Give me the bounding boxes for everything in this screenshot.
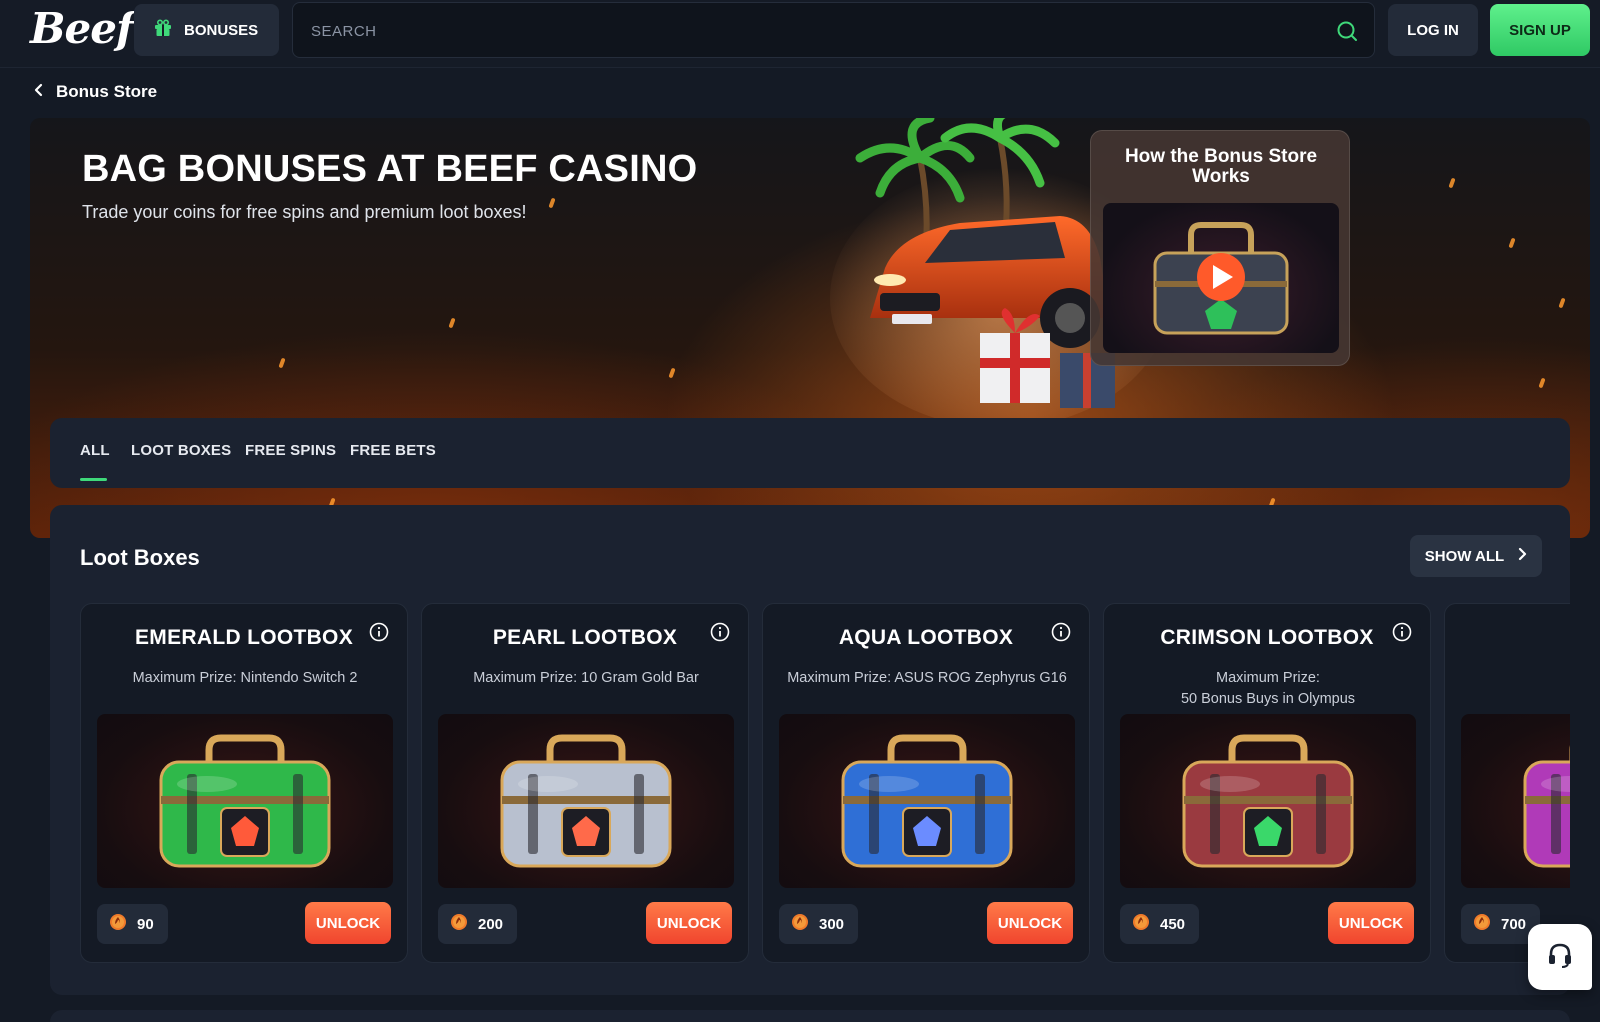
gift-icon	[154, 19, 172, 41]
search-input[interactable]	[311, 19, 1291, 43]
ember	[548, 197, 556, 209]
ember	[668, 367, 676, 379]
lootbox-card[interactable]: EMERALD LOOTBOX Maximum Prize: Nintendo …	[80, 603, 408, 963]
chevron-left-icon	[34, 82, 44, 102]
info-icon[interactable]	[369, 622, 389, 647]
lootbox-name: EMERALD LOOTBOX	[135, 626, 353, 649]
price-value: 200	[478, 915, 504, 933]
unlock-button[interactable]: UNLOCK	[987, 902, 1073, 944]
lootbox-price: 300	[779, 904, 859, 944]
chevron-right-icon	[1518, 547, 1527, 565]
tab-all[interactable]: ALL	[80, 442, 110, 459]
tab-free-bets[interactable]: FREE BETS	[350, 442, 436, 459]
lootbox-image	[779, 714, 1075, 888]
lootbox-name: PEARL LOOTBOX	[492, 626, 678, 649]
lootbox-card[interactable]: PEARL LOOTBOX Maximum Prize: 10 Gram Gol…	[421, 603, 749, 963]
lootbox-prize: Maximum Prize: Nintendo Switch 2	[132, 670, 358, 686]
lootbox-price: 450	[1120, 904, 1200, 944]
lootbox-price: 90	[97, 904, 168, 944]
unlock-button[interactable]: UNLOCK	[1328, 902, 1414, 944]
lootbox-prize: Maximum Prize: ASUS ROG Zephyrus G16	[787, 670, 1067, 686]
video-thumbnail[interactable]	[1103, 203, 1339, 353]
search-bar	[292, 2, 1375, 58]
next-section-edge	[50, 1010, 1570, 1022]
show-all-button[interactable]: SHOW ALL	[1410, 535, 1542, 577]
ember	[1448, 177, 1456, 189]
ember	[1558, 297, 1566, 309]
breadcrumb-label: Bonus Store	[56, 82, 158, 101]
breadcrumb[interactable]: Bonus Store	[34, 82, 157, 102]
lootbox-card[interactable]: CRIMSON LOOTBOX Maximum Prize: 50 Bonus …	[1103, 603, 1431, 963]
bonuses-button[interactable]: BONUSES	[134, 4, 279, 56]
ember	[448, 317, 456, 329]
lootbox-image	[1461, 714, 1570, 888]
category-tabs: ALL LOOT BOXES FREE SPINS FREE BETS	[50, 418, 1570, 488]
support-chat-button[interactable]	[1528, 924, 1592, 990]
lootbox-name: CRIMSON LOOTBOX	[1160, 626, 1374, 649]
info-icon[interactable]	[1051, 622, 1071, 647]
coin-icon	[109, 913, 127, 935]
lootbox-prize: Maximu	[1461, 668, 1570, 689]
loot-boxes-section: Loot Boxes SHOW ALL EMERALD LOOTBOX Maxi…	[50, 505, 1570, 995]
section-title: Loot Boxes	[80, 545, 200, 570]
price-value: 450	[1160, 915, 1186, 933]
play-icon	[1197, 253, 1245, 301]
coin-icon	[1132, 913, 1150, 935]
lootbox-image	[1120, 714, 1416, 888]
lootbox-name: VI	[1445, 626, 1570, 650]
top-bar: Beef BONUSES LOG IN SIGN UP	[0, 0, 1600, 68]
coin-icon	[1473, 913, 1491, 935]
active-tab-indicator	[80, 478, 107, 481]
hero-title: BAG BONUSES AT BEEF CASINO	[82, 148, 698, 190]
unlock-button[interactable]: UNLOCK	[646, 902, 732, 944]
tab-free-spins[interactable]: FREE SPINS	[245, 442, 336, 459]
price-value: 700	[1501, 915, 1527, 933]
ember	[1538, 377, 1546, 389]
bonuses-label: BONUSES	[184, 21, 259, 39]
lootbox-image	[438, 714, 734, 888]
lootbox-price: 200	[438, 904, 518, 944]
tab-loot-boxes[interactable]: LOOT BOXES	[131, 442, 231, 459]
price-value: 90	[137, 915, 154, 933]
info-icon[interactable]	[710, 622, 730, 647]
video-title: How the Bonus Store Works	[1124, 146, 1318, 187]
coin-icon	[791, 913, 809, 935]
lootbox-image	[97, 714, 393, 888]
headset-icon	[1545, 940, 1575, 975]
lootbox-prize: Maximum Prize: 10 Gram Gold Bar	[473, 670, 699, 686]
lootbox-card[interactable]: VI Maximu	[1444, 603, 1570, 963]
lootbox-card[interactable]: AQUA LOOTBOX Maximum Prize: ASUS ROG Zep…	[762, 603, 1090, 963]
ember	[278, 357, 286, 369]
signup-button[interactable]: SIGN UP	[1490, 4, 1590, 56]
logo[interactable]: Beef	[30, 4, 134, 53]
hero-subtitle: Trade your coins for free spins and prem…	[82, 202, 527, 222]
how-it-works-card[interactable]: How the Bonus Store Works	[1090, 130, 1350, 366]
unlock-button[interactable]: UNLOCK	[305, 902, 391, 944]
coin-icon	[450, 913, 468, 935]
login-button[interactable]: LOG IN	[1388, 4, 1478, 56]
lootbox-name: AQUA LOOTBOX	[838, 626, 1014, 649]
ember	[1508, 237, 1516, 249]
lootbox-prize: Maximum Prize: 50 Bonus Buys in Olympus	[1180, 670, 1356, 707]
search-icon[interactable]	[1336, 20, 1358, 47]
price-value: 300	[819, 915, 845, 933]
show-all-label: SHOW ALL	[1424, 547, 1505, 565]
info-icon[interactable]	[1392, 622, 1412, 647]
